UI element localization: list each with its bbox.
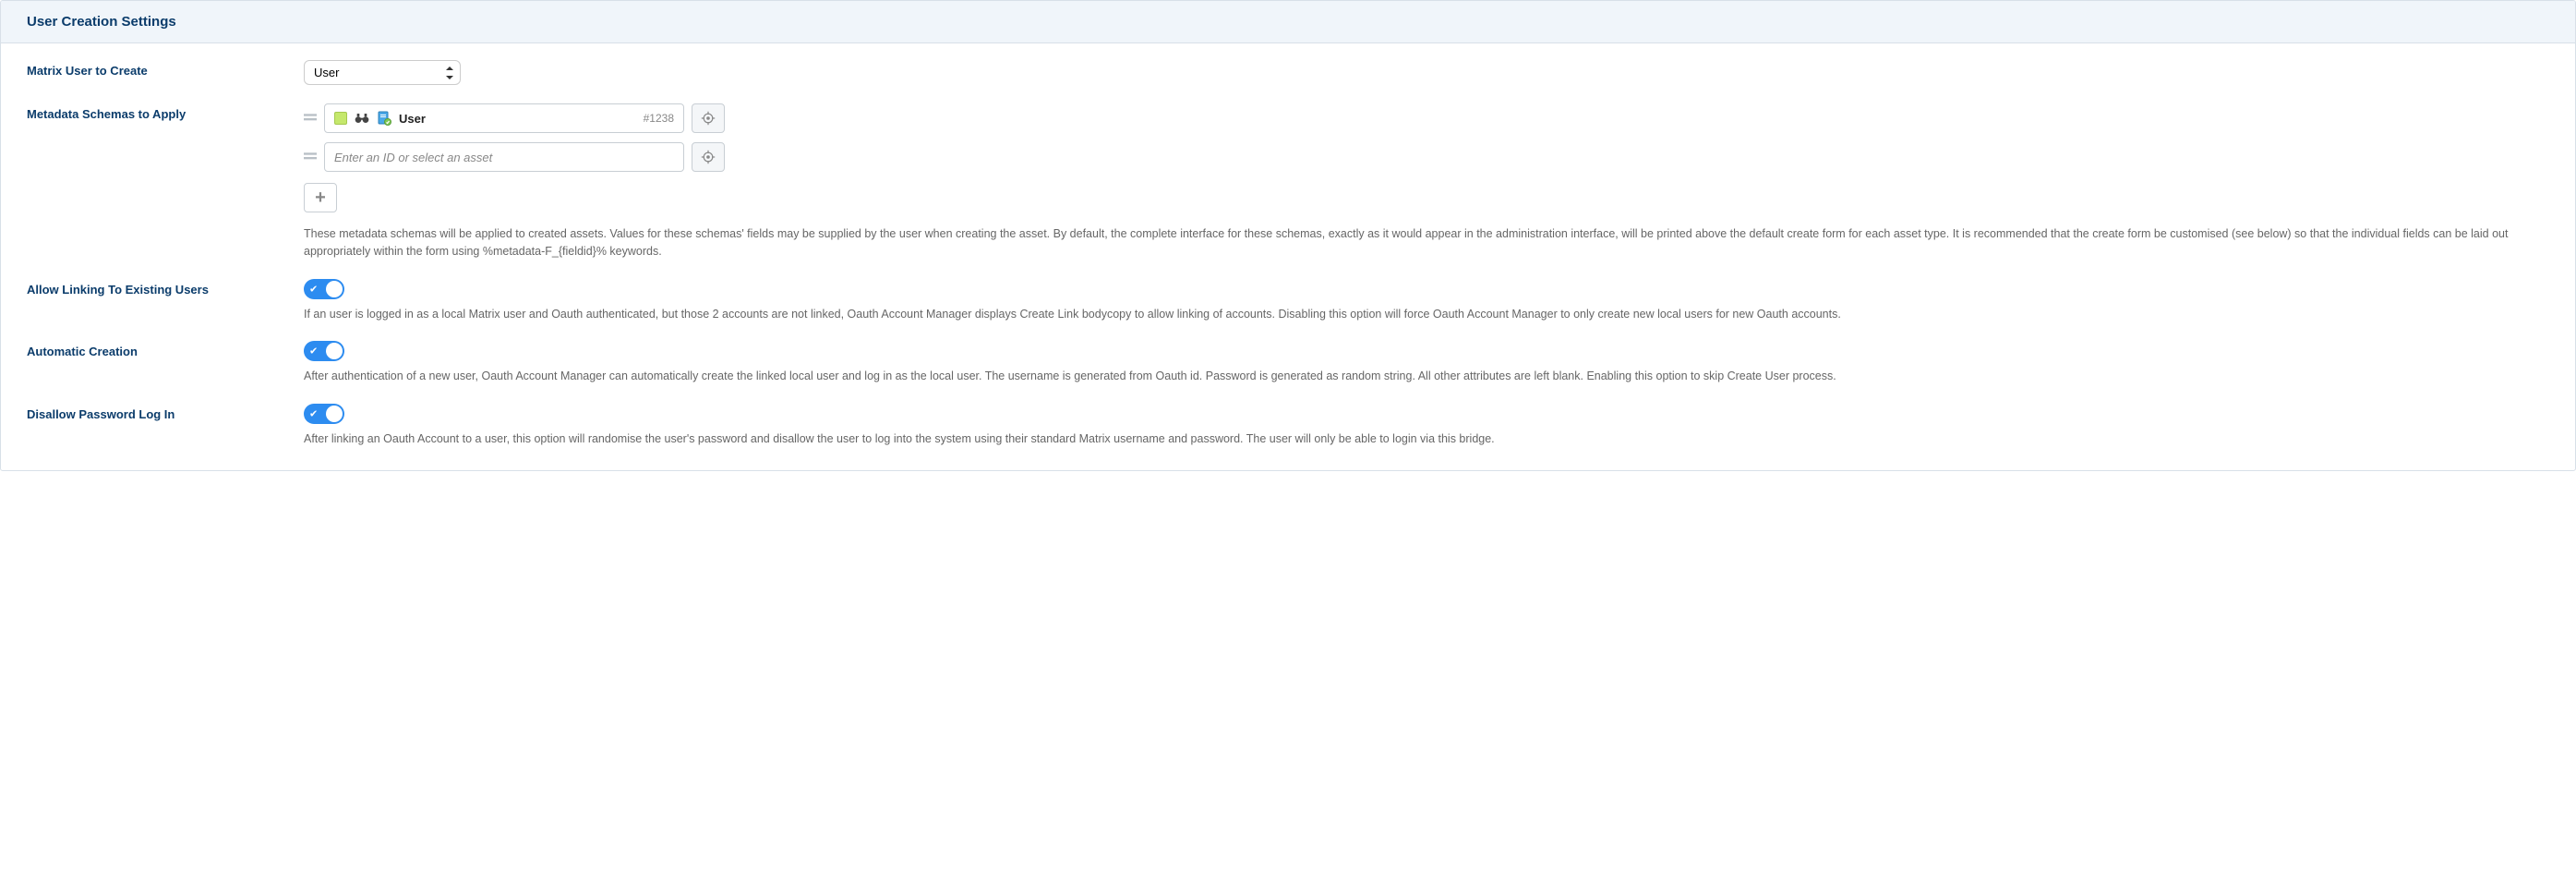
target-button[interactable]: [692, 103, 725, 133]
field-disallow-password: Disallow Password Log In ✔ After linking…: [27, 404, 2549, 448]
check-icon: ✔: [309, 345, 318, 357]
asset-id-input[interactable]: [334, 151, 674, 164]
add-asset-button[interactable]: +: [304, 183, 337, 212]
panel-title: User Creation Settings: [27, 14, 2549, 30]
automatic-creation-label: Automatic Creation: [27, 341, 304, 358]
automatic-creation-help-text: After authentication of a new user, Oaut…: [304, 368, 2549, 385]
toggle-knob: [326, 406, 343, 422]
drag-handle-icon[interactable]: [304, 112, 317, 125]
user-creation-settings-panel: User Creation Settings Matrix User to Cr…: [0, 0, 2576, 471]
check-icon: ✔: [309, 408, 318, 420]
metadata-help-text: These metadata schemas will be applied t…: [304, 225, 2549, 260]
allow-linking-toggle[interactable]: ✔: [304, 279, 344, 299]
metadata-schema-icon: [377, 111, 391, 126]
disallow-password-value: ✔ After linking an Oauth Account to a us…: [304, 404, 2549, 448]
matrix-user-label: Matrix User to Create: [27, 60, 304, 78]
status-square-icon: [334, 112, 347, 125]
matrix-user-select-wrap: User: [304, 60, 461, 85]
toggle-knob: [326, 281, 343, 297]
disallow-password-label: Disallow Password Log In: [27, 404, 304, 421]
target-button[interactable]: [692, 142, 725, 172]
plus-icon: +: [315, 188, 326, 209]
binoculars-icon: [355, 112, 369, 125]
field-automatic-creation: Automatic Creation ✔ After authenticatio…: [27, 341, 2549, 385]
asset-row-empty: [304, 142, 2549, 172]
field-allow-linking: Allow Linking To Existing Users ✔ If an …: [27, 279, 2549, 323]
allow-linking-help-text: If an user is logged in as a local Matri…: [304, 306, 2549, 323]
allow-linking-label: Allow Linking To Existing Users: [27, 279, 304, 297]
field-matrix-user: Matrix User to Create User: [27, 60, 2549, 85]
automatic-creation-toggle[interactable]: ✔: [304, 341, 344, 361]
automatic-creation-value: ✔ After authentication of a new user, Oa…: [304, 341, 2549, 385]
metadata-schemas-value: User #1238: [304, 103, 2549, 260]
check-icon: ✔: [309, 283, 318, 295]
asset-pill-empty: [324, 142, 684, 172]
panel-header: User Creation Settings: [1, 1, 2575, 43]
allow-linking-value: ✔ If an user is logged in as a local Mat…: [304, 279, 2549, 323]
asset-id: #1238: [644, 112, 674, 125]
disallow-password-help-text: After linking an Oauth Account to a user…: [304, 430, 2549, 448]
metadata-schemas-label: Metadata Schemas to Apply: [27, 103, 304, 121]
asset-pill[interactable]: User #1238: [324, 103, 684, 133]
drag-handle-icon[interactable]: [304, 151, 317, 164]
asset-row-existing: User #1238: [304, 103, 2549, 133]
asset-name: User: [399, 112, 636, 126]
toggle-knob: [326, 343, 343, 359]
field-metadata-schemas: Metadata Schemas to Apply User: [27, 103, 2549, 260]
matrix-user-value: User: [304, 60, 2549, 85]
panel-body: Matrix User to Create User Metadata Sche…: [1, 43, 2575, 470]
disallow-password-toggle[interactable]: ✔: [304, 404, 344, 424]
matrix-user-select[interactable]: User: [304, 60, 461, 85]
